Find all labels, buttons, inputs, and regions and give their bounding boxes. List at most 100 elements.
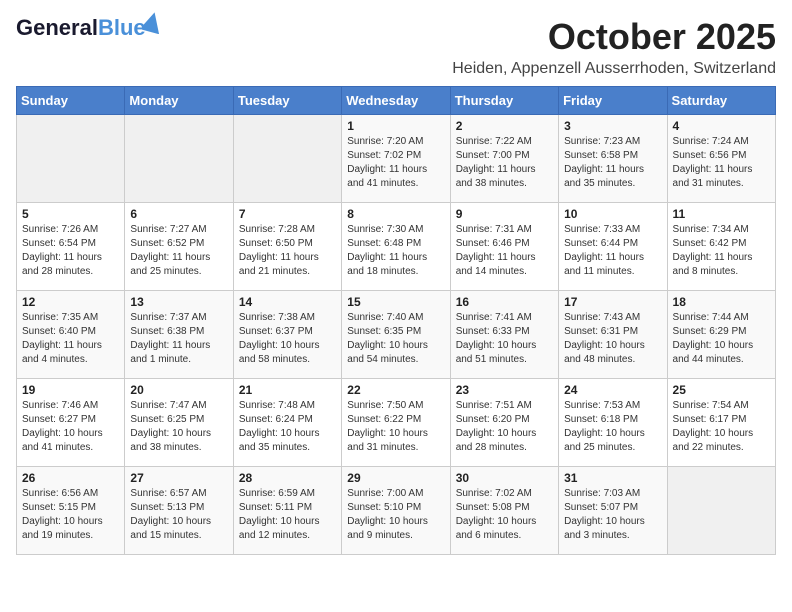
month-title: October 2025: [452, 16, 776, 58]
calendar-day-cell: 3 Sunrise: 7:23 AM Sunset: 6:58 PM Daylig…: [559, 115, 667, 203]
day-info: Sunrise: 7:40 AM Sunset: 6:35 PM Dayligh…: [347, 311, 444, 367]
calendar-day-cell: 15 Sunrise: 7:40 AM Sunset: 6:35 PM Dayli…: [342, 291, 450, 379]
day-number: 13: [130, 295, 227, 309]
calendar-day-cell: 13Sunrise: 7:37 AM Sunset: 6:38 PM Dayli…: [125, 291, 233, 379]
day-number: 25: [673, 383, 770, 397]
day-info: Sunrise: 7:46 AM Sunset: 6:27 PM Dayligh…: [22, 399, 119, 455]
day-info: Sunrise: 7:03 AM Sunset: 5:07 PM Dayligh…: [564, 487, 661, 543]
day-info: Sunrise: 7:20 AM Sunset: 7:02 PM Dayligh…: [347, 135, 444, 191]
calendar-week-row: 5 Sunrise: 7:26 AM Sunset: 6:54 PM Daylig…: [17, 203, 776, 291]
day-number: 10: [564, 207, 661, 221]
day-number: 29: [347, 471, 444, 485]
calendar-week-row: 1 Sunrise: 7:20 AM Sunset: 7:02 PM Daylig…: [17, 115, 776, 203]
calendar-day-cell: 5 Sunrise: 7:26 AM Sunset: 6:54 PM Daylig…: [17, 203, 125, 291]
day-info: Sunrise: 7:54 AM Sunset: 6:17 PM Dayligh…: [673, 399, 770, 455]
day-number: 8: [347, 207, 444, 221]
calendar-day-cell: 27 Sunrise: 6:57 AM Sunset: 5:13 PM Dayli…: [125, 467, 233, 555]
weekday-header-cell: Monday: [125, 87, 233, 115]
day-info: Sunrise: 7:28 AM Sunset: 6:50 PM Dayligh…: [239, 223, 336, 279]
calendar-day-cell: 25 Sunrise: 7:54 AM Sunset: 6:17 PM Dayli…: [667, 379, 775, 467]
calendar-day-cell: [17, 115, 125, 203]
title-block: October 2025 Heiden, Appenzell Ausserrho…: [452, 16, 776, 78]
calendar-day-cell: 4 Sunrise: 7:24 AM Sunset: 6:56 PM Daylig…: [667, 115, 775, 203]
day-number: 12: [22, 295, 119, 309]
day-number: 31: [564, 471, 661, 485]
location-title: Heiden, Appenzell Ausserrhoden, Switzerl…: [452, 60, 776, 78]
day-info: Sunrise: 7:33 AM Sunset: 6:44 PM Dayligh…: [564, 223, 661, 279]
calendar-week-row: 12Sunrise: 7:35 AM Sunset: 6:40 PM Dayli…: [17, 291, 776, 379]
day-number: 18: [673, 295, 770, 309]
calendar-body: 1 Sunrise: 7:20 AM Sunset: 7:02 PM Daylig…: [17, 115, 776, 555]
calendar-day-cell: 18 Sunrise: 7:44 AM Sunset: 6:29 PM Dayli…: [667, 291, 775, 379]
calendar-day-cell: 30Sunrise: 7:02 AM Sunset: 5:08 PM Dayli…: [450, 467, 558, 555]
day-number: 19: [22, 383, 119, 397]
calendar-day-cell: 17 Sunrise: 7:43 AM Sunset: 6:31 PM Dayli…: [559, 291, 667, 379]
day-number: 7: [239, 207, 336, 221]
day-info: Sunrise: 7:00 AM Sunset: 5:10 PM Dayligh…: [347, 487, 444, 543]
day-info: Sunrise: 7:51 AM Sunset: 6:20 PM Dayligh…: [456, 399, 553, 455]
weekday-header-cell: Tuesday: [233, 87, 341, 115]
calendar-day-cell: 29 Sunrise: 7:00 AM Sunset: 5:10 PM Dayli…: [342, 467, 450, 555]
day-number: 23: [456, 383, 553, 397]
day-info: Sunrise: 7:44 AM Sunset: 6:29 PM Dayligh…: [673, 311, 770, 367]
day-number: 4: [673, 119, 770, 133]
calendar-day-cell: 10 Sunrise: 7:33 AM Sunset: 6:44 PM Dayli…: [559, 203, 667, 291]
calendar-day-cell: 16Sunrise: 7:41 AM Sunset: 6:33 PM Dayli…: [450, 291, 558, 379]
day-info: Sunrise: 7:26 AM Sunset: 6:54 PM Dayligh…: [22, 223, 119, 279]
day-number: 27: [130, 471, 227, 485]
calendar-day-cell: 7 Sunrise: 7:28 AM Sunset: 6:50 PM Daylig…: [233, 203, 341, 291]
calendar-week-row: 26Sunrise: 6:56 AM Sunset: 5:15 PM Dayli…: [17, 467, 776, 555]
day-info: Sunrise: 7:31 AM Sunset: 6:46 PM Dayligh…: [456, 223, 553, 279]
calendar-day-cell: 22Sunrise: 7:50 AM Sunset: 6:22 PM Dayli…: [342, 379, 450, 467]
day-info: Sunrise: 7:41 AM Sunset: 6:33 PM Dayligh…: [456, 311, 553, 367]
day-number: 30: [456, 471, 553, 485]
calendar-day-cell: 26Sunrise: 6:56 AM Sunset: 5:15 PM Dayli…: [17, 467, 125, 555]
day-number: 28: [239, 471, 336, 485]
day-number: 3: [564, 119, 661, 133]
day-info: Sunrise: 7:38 AM Sunset: 6:37 PM Dayligh…: [239, 311, 336, 367]
weekday-header-cell: Wednesday: [342, 87, 450, 115]
day-number: 15: [347, 295, 444, 309]
day-number: 17: [564, 295, 661, 309]
calendar-day-cell: 12Sunrise: 7:35 AM Sunset: 6:40 PM Dayli…: [17, 291, 125, 379]
day-info: Sunrise: 7:43 AM Sunset: 6:31 PM Dayligh…: [564, 311, 661, 367]
day-info: Sunrise: 6:57 AM Sunset: 5:13 PM Dayligh…: [130, 487, 227, 543]
day-number: 21: [239, 383, 336, 397]
calendar-day-cell: [125, 115, 233, 203]
calendar-day-cell: 28Sunrise: 6:59 AM Sunset: 5:11 PM Dayli…: [233, 467, 341, 555]
day-info: Sunrise: 7:30 AM Sunset: 6:48 PM Dayligh…: [347, 223, 444, 279]
day-number: 5: [22, 207, 119, 221]
day-info: Sunrise: 7:22 AM Sunset: 7:00 PM Dayligh…: [456, 135, 553, 191]
calendar-day-cell: 9Sunrise: 7:31 AM Sunset: 6:46 PM Daylig…: [450, 203, 558, 291]
calendar-day-cell: [233, 115, 341, 203]
day-info: Sunrise: 7:27 AM Sunset: 6:52 PM Dayligh…: [130, 223, 227, 279]
day-number: 11: [673, 207, 770, 221]
page-header: GeneralBlue October 2025 Heiden, Appenze…: [16, 16, 776, 78]
calendar-day-cell: 24Sunrise: 7:53 AM Sunset: 6:18 PM Dayli…: [559, 379, 667, 467]
weekday-header-row: SundayMondayTuesdayWednesdayThursdayFrid…: [17, 87, 776, 115]
calendar-day-cell: 8 Sunrise: 7:30 AM Sunset: 6:48 PM Daylig…: [342, 203, 450, 291]
day-number: 14: [239, 295, 336, 309]
day-info: Sunrise: 7:53 AM Sunset: 6:18 PM Dayligh…: [564, 399, 661, 455]
calendar-day-cell: 11 Sunrise: 7:34 AM Sunset: 6:42 PM Dayli…: [667, 203, 775, 291]
day-number: 1: [347, 119, 444, 133]
day-number: 26: [22, 471, 119, 485]
calendar-day-cell: 31 Sunrise: 7:03 AM Sunset: 5:07 PM Dayli…: [559, 467, 667, 555]
day-number: 2: [456, 119, 553, 133]
calendar-table: SundayMondayTuesdayWednesdayThursdayFrid…: [16, 86, 776, 555]
day-info: Sunrise: 7:48 AM Sunset: 6:24 PM Dayligh…: [239, 399, 336, 455]
day-number: 20: [130, 383, 227, 397]
calendar-week-row: 19 Sunrise: 7:46 AM Sunset: 6:27 PM Dayli…: [17, 379, 776, 467]
calendar-day-cell: 1 Sunrise: 7:20 AM Sunset: 7:02 PM Daylig…: [342, 115, 450, 203]
day-info: Sunrise: 7:24 AM Sunset: 6:56 PM Dayligh…: [673, 135, 770, 191]
day-info: Sunrise: 7:23 AM Sunset: 6:58 PM Dayligh…: [564, 135, 661, 191]
weekday-header-cell: Saturday: [667, 87, 775, 115]
logo-text: GeneralBlue: [16, 16, 146, 40]
calendar-day-cell: [667, 467, 775, 555]
weekday-header-cell: Sunday: [17, 87, 125, 115]
logo: GeneralBlue: [16, 16, 162, 40]
calendar-day-cell: 14 Sunrise: 7:38 AM Sunset: 6:37 PM Dayli…: [233, 291, 341, 379]
calendar-day-cell: 20Sunrise: 7:47 AM Sunset: 6:25 PM Dayli…: [125, 379, 233, 467]
day-info: Sunrise: 7:34 AM Sunset: 6:42 PM Dayligh…: [673, 223, 770, 279]
day-number: 22: [347, 383, 444, 397]
